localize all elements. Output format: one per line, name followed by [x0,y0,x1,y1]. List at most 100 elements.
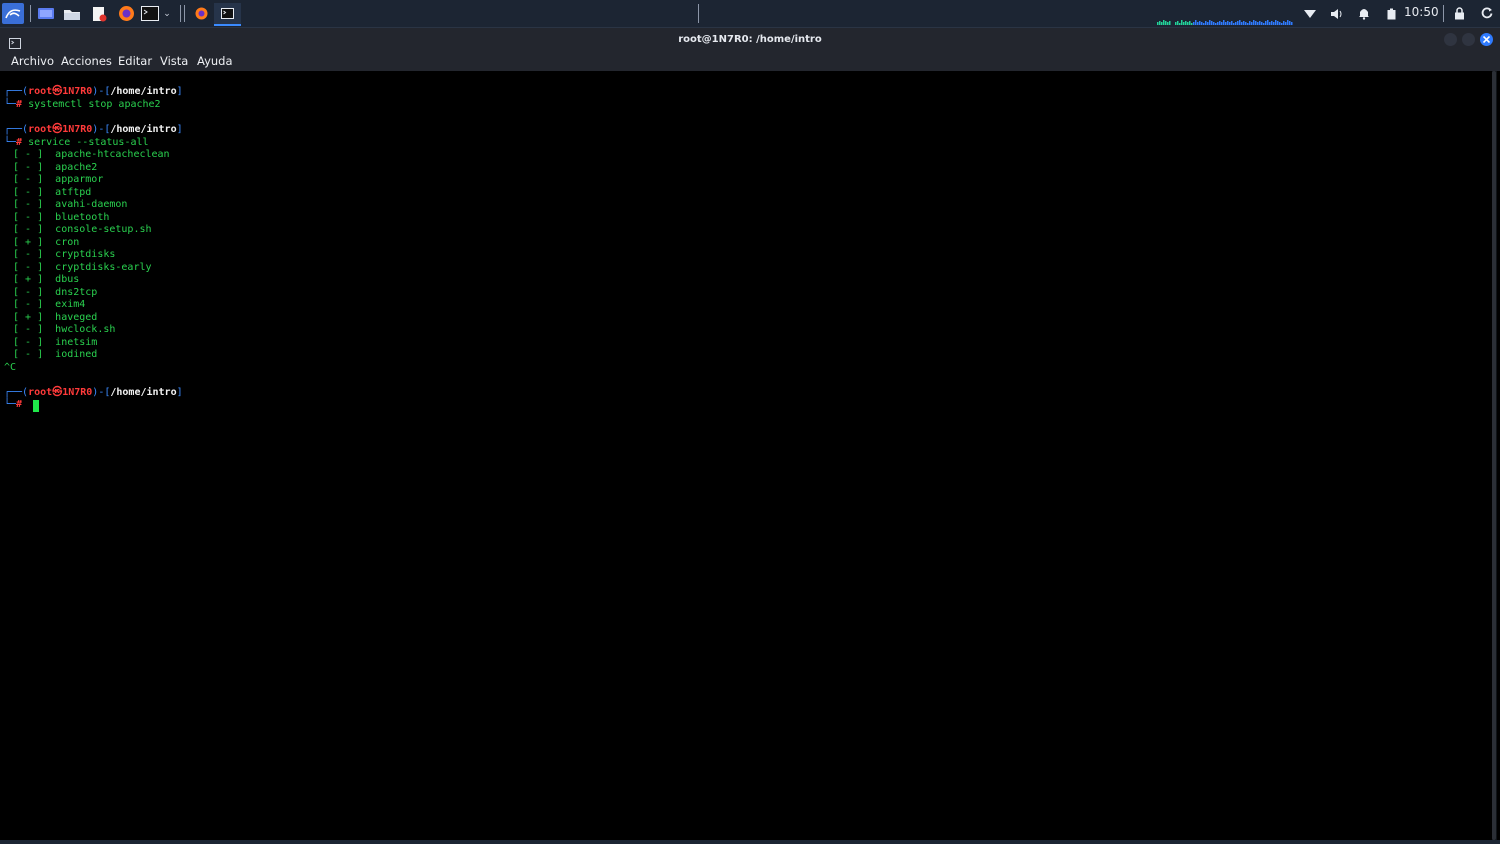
service-status: - [25,186,32,198]
cpu-graph-bar [1199,21,1201,25]
cpu-graph-bar [1223,20,1225,25]
service-status: - [25,299,32,310]
interrupt-text: ^C [4,362,17,373]
cpu-graph-bar [1259,21,1261,25]
service-status-line: [ - ] iodined [13,349,98,360]
panel-separator [1443,5,1444,22]
power-icon[interactable] [1478,3,1496,24]
cpu-graph-bar [1241,22,1243,25]
minimize-button[interactable] [1444,33,1457,46]
cpu-graph-bar [1183,22,1185,25]
file-manager-icon[interactable] [62,3,82,24]
service-status: - [25,349,32,360]
service-status: - [25,149,32,160]
menu-vista[interactable]: Vista [160,54,188,68]
command-text: systemctl stop apache2 [28,99,161,110]
window-title: root@1N7R0: /home/intro [678,34,822,45]
prompt-line-top: ┌──(root㉿1N7R0)-[/home/intro] [4,86,183,97]
cpu-graph-bar [1287,20,1289,25]
cpu-graph-bar [1279,22,1281,25]
service-name: hwclock.sh [55,324,116,335]
cpu-graph-bar [1197,22,1199,25]
service-name: console-setup.sh [55,224,152,235]
cpu-graph-bar [1229,22,1231,25]
service-status: - [25,161,32,173]
cpu-graph-bar [1221,22,1223,25]
scrollbar-thumb[interactable] [1492,71,1496,840]
cpu-graph-bar [1217,22,1219,25]
prompt-line-bottom: └─# service --status-all [4,137,149,148]
terminal-task-icon[interactable] [214,3,241,26]
cpu-graph-bar [1181,20,1183,25]
bottom-panel-edge [0,840,1500,844]
close-button[interactable] [1480,33,1493,46]
firefox-icon[interactable] [116,3,136,24]
terminal-output[interactable] [4,71,1492,840]
service-status-line: [ - ] apparmor [13,174,104,185]
firefox-task-icon[interactable] [191,3,211,24]
service-status-line: [ + ] cron [13,236,80,248]
service-status: - [25,286,32,298]
cpu-graph-bar [1191,23,1193,25]
prompt-line-top: ┌──(root㉿1N7R0)-[/home/intro] [4,387,183,398]
battery-icon [1384,3,1398,24]
service-name: exim4 [55,299,86,310]
service-status-line: [ - ] apache-htcacheclean [13,149,170,160]
cpu-graph-bar [1231,21,1233,25]
volume-icon[interactable] [1328,3,1346,24]
cpu-graph-bar [1209,20,1211,25]
window-titlebar[interactable]: root@1N7R0: /home/intro [0,28,1500,52]
close-icon [1483,36,1490,43]
kali-menu-icon[interactable] [2,3,24,24]
service-name: iodined [55,349,98,360]
cpu-graph-bar [1219,21,1221,25]
service-name: bluetooth [55,211,110,223]
cpu-graph-bar [1187,22,1189,25]
clock[interactable]: 10:50 [1404,5,1439,19]
service-status-line: [ - ] inetsim [13,336,98,348]
lock-icon[interactable] [1451,3,1467,24]
terminal-icon[interactable] [140,3,160,24]
menu-editar[interactable]: Editar [118,54,152,68]
service-status: + [25,236,32,248]
cpu-graph-bar [1251,22,1253,25]
maximize-button[interactable] [1462,33,1475,46]
cpu-graph-bar [1227,21,1229,25]
cpu-graph-bar [1245,22,1247,25]
service-status: - [25,249,32,260]
cpu-graph-bar [1275,20,1277,25]
service-status: - [25,211,32,223]
cpu-graph-bar [1235,22,1237,25]
menu-ayuda[interactable]: Ayuda [197,54,233,68]
cpu-graph-bar [1283,21,1285,25]
chevron-down-icon[interactable]: ⌄ [160,3,174,24]
network-wifi-icon[interactable] [1302,3,1318,24]
service-status: - [25,224,32,235]
cpu-graph-bar [1289,21,1291,25]
cpu-graph-bar [1161,22,1163,25]
cpu-graph-bar [1157,22,1159,25]
cpu-graph-bar [1285,22,1287,25]
service-name: apache2 [55,161,98,173]
cpu-graph-bar [1163,20,1165,25]
desktop-icon[interactable] [36,3,56,24]
cpu-graph-bar [1265,21,1267,25]
text-editor-icon[interactable] [89,3,109,24]
service-status: - [25,324,32,335]
cpu-graph-bar [1193,22,1195,25]
cpu-graph-bar [1185,21,1187,25]
cpu-graph-bar [1189,21,1191,25]
service-status-line: [ + ] haveged [13,311,98,323]
menu-archivo[interactable]: Archivo [11,54,54,68]
cpu-graph-bar [1177,21,1179,25]
cpu-graph-bar [1237,21,1239,25]
cpu-graph-bar [1159,21,1161,25]
cpu-graph-bar [1261,22,1263,25]
menu-acciones[interactable]: Acciones [61,54,112,68]
cpu-graph-bar [1257,22,1259,25]
menubar: Archivo Acciones Editar Vista Ayuda [0,52,1500,71]
notifications-icon[interactable] [1356,3,1372,24]
cpu-graph-bar [1167,22,1169,25]
text-cursor [33,400,39,412]
cpu-graph-bar [1271,21,1273,25]
